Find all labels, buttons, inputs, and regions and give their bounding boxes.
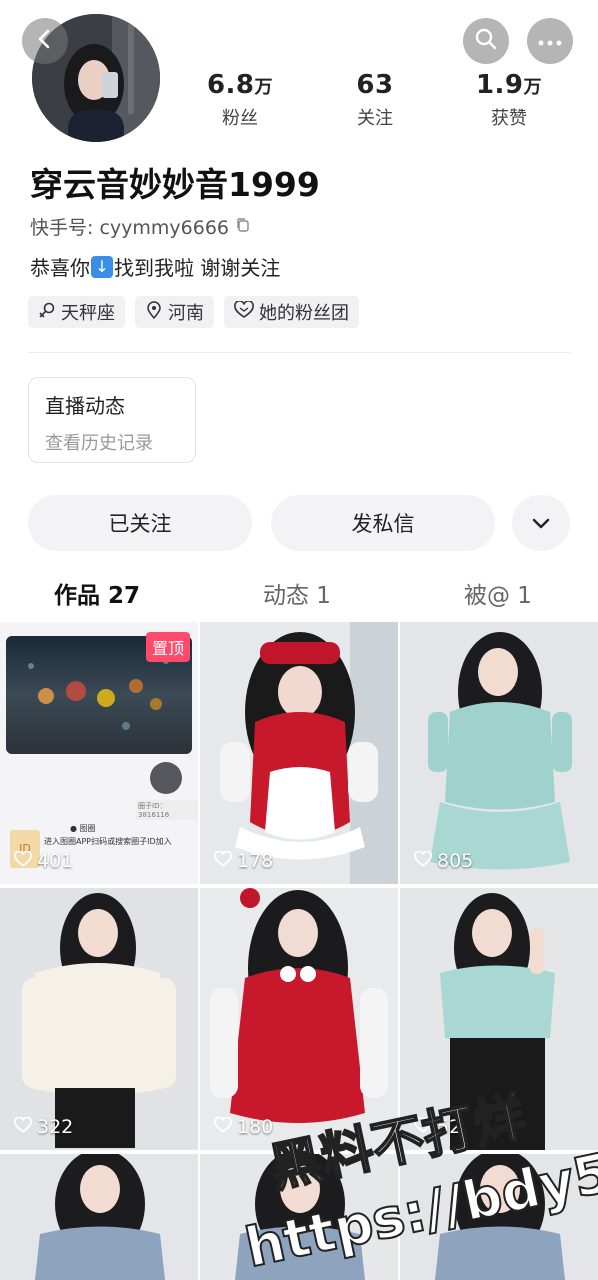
bio-post: 找到我啦 谢谢关注	[114, 256, 281, 280]
profile-bio: 恭喜你 ↓ 找到我啦 谢谢关注	[30, 252, 280, 281]
join-instructions: 进入图圈APP扫码或搜索圈子ID加入	[44, 837, 172, 846]
copy-icon[interactable]	[235, 216, 251, 238]
uid-text: 快手号: cyymmy6666	[30, 217, 229, 239]
bio-pre: 恭喜你	[30, 256, 90, 280]
follow-button[interactable]: 已关注	[28, 495, 252, 551]
tab-works[interactable]: 作品 27	[54, 576, 140, 610]
pinned-badge: 置顶	[145, 632, 190, 662]
tag-zodiac[interactable]: 天秤座	[28, 296, 125, 328]
tag-fanclub-label: 她的粉丝团	[259, 303, 349, 324]
location-icon	[145, 300, 163, 324]
tag-location[interactable]: 河南	[135, 296, 214, 328]
profile-name: 穿云音妙妙音1999	[30, 165, 320, 204]
search-icon	[474, 27, 498, 55]
tab-moments[interactable]: 动态 1	[263, 576, 331, 610]
profile-uid[interactable]: 快手号: cyymmy6666	[30, 213, 251, 240]
stat-fans-value: 6.8万	[206, 70, 274, 100]
stat-following[interactable]: 63 关注	[320, 70, 430, 130]
tab-mentions[interactable]: 被@ 1	[464, 576, 532, 610]
like-count: 401	[14, 850, 73, 872]
more-button[interactable]	[527, 18, 573, 64]
heart-outline-icon	[14, 850, 32, 872]
stat-likes[interactable]: 1.9万 获赞	[454, 70, 564, 130]
circle-id-tag: 圈子ID：3816116	[136, 800, 198, 820]
chevron-down-icon	[531, 511, 551, 535]
profile-tags: 天秤座 河南 她的粉丝团	[28, 296, 359, 328]
work-item[interactable]	[0, 1154, 198, 1280]
work-item[interactable]: 178	[200, 622, 398, 884]
like-count: 178	[214, 850, 273, 872]
stat-following-value: 63	[356, 70, 394, 100]
like-count: 322	[14, 1116, 73, 1138]
heart-outline-icon	[214, 1116, 232, 1138]
tag-zodiac-label: 天秤座	[61, 303, 115, 324]
like-count-value: 178	[237, 850, 274, 872]
message-button[interactable]: 发私信	[271, 495, 495, 551]
heart-outline-icon	[214, 850, 232, 872]
app-name: ● 图圈	[70, 824, 96, 833]
work-item[interactable]: 置顶 圈子ID：3816116 ID ● 图圈 进入图圈APP扫码或搜索圈子ID…	[0, 622, 198, 884]
live-card-subtitle: 查看历史记录	[45, 433, 153, 454]
back-button[interactable]	[22, 18, 68, 64]
expand-button[interactable]	[512, 495, 570, 551]
stat-likes-label: 获赞	[491, 108, 527, 129]
work-item[interactable]: 322	[0, 888, 198, 1150]
divider	[28, 352, 570, 353]
like-count-value: 805	[437, 850, 474, 872]
search-button[interactable]	[463, 18, 509, 64]
like-count: 805	[414, 850, 473, 872]
gender-icon	[38, 301, 56, 324]
tag-location-label: 河南	[168, 303, 204, 324]
heart-icon	[234, 299, 254, 324]
circle-avatar	[150, 762, 182, 794]
heart-outline-icon	[414, 850, 432, 872]
live-history-card[interactable]: 直播动态 查看历史记录	[28, 377, 196, 463]
stat-likes-value: 1.9万	[475, 70, 543, 100]
chevron-left-icon	[34, 28, 56, 54]
more-icon	[538, 32, 562, 51]
profile-tabs: 作品 27 动态 1 被@ 1	[0, 576, 598, 616]
like-count-value: 322	[37, 1116, 74, 1138]
stat-fans[interactable]: 6.8万 粉丝	[185, 70, 295, 130]
stat-following-label: 关注	[357, 108, 393, 129]
heart-outline-icon	[14, 1116, 32, 1138]
live-card-title: 直播动态	[45, 394, 125, 418]
tag-fanclub[interactable]: 她的粉丝团	[224, 296, 359, 328]
like-count-value: 401	[37, 850, 74, 872]
work-item[interactable]: 805	[400, 622, 598, 884]
stat-fans-label: 粉丝	[222, 108, 258, 129]
down-arrow-icon: ↓	[91, 255, 113, 278]
